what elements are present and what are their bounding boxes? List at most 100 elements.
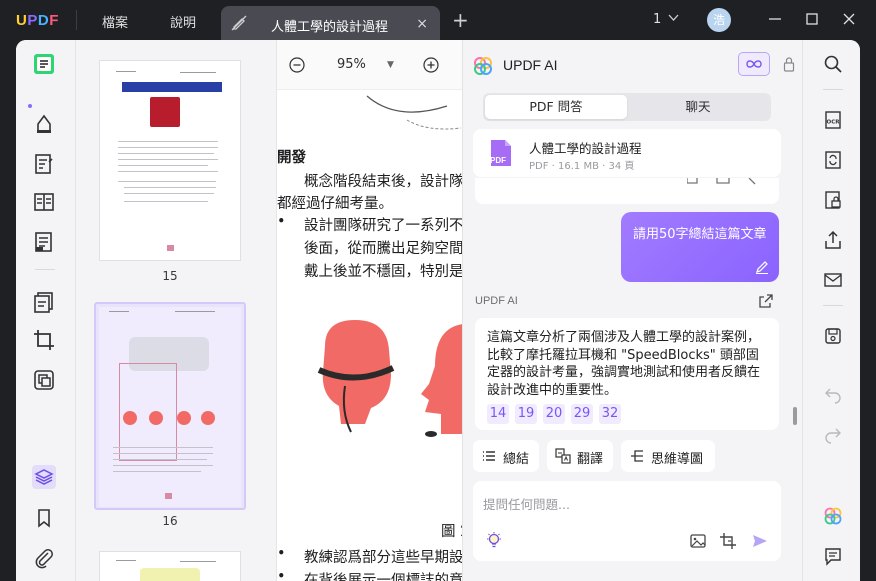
bookmark-icon[interactable] <box>32 506 56 530</box>
organize-pages-icon[interactable] <box>32 290 56 314</box>
tools-icon[interactable] <box>32 368 56 392</box>
maximize-icon[interactable] <box>805 12 819 26</box>
active-indicator <box>28 104 32 108</box>
pdf-badge: PDF <box>490 156 506 165</box>
zoom-in-icon[interactable] <box>423 57 439 73</box>
page-view-icon[interactable] <box>32 190 56 214</box>
edit-off-icon <box>231 15 247 31</box>
crop-icon[interactable] <box>32 328 56 352</box>
window-count[interactable]: 1 <box>653 12 661 27</box>
answer-actions-icons <box>687 178 756 185</box>
zoom-out-icon[interactable] <box>289 57 305 73</box>
figure-caption: 圖 2 <box>441 524 462 540</box>
page-thumbnail-16[interactable] <box>94 302 246 510</box>
page-ref-chip[interactable]: 14 <box>487 404 509 424</box>
zoom-dropdown-icon[interactable]: ▼ <box>387 60 394 70</box>
comment-icon[interactable] <box>32 112 56 136</box>
redo-icon[interactable] <box>823 424 843 444</box>
minimize-icon[interactable] <box>768 12 782 26</box>
protect-icon[interactable] <box>823 190 843 210</box>
tab-close-icon[interactable]: × <box>416 16 428 32</box>
edit-icon[interactable] <box>755 260 769 274</box>
share-upload-icon[interactable] <box>823 230 843 250</box>
page-ref-chip[interactable]: 29 <box>571 404 593 424</box>
title-divider <box>76 10 77 30</box>
bullet: • <box>277 214 286 230</box>
ai-answer-card: 這篇文章分析了兩個涉及人體工學的設計案例，比較了摩托羅拉耳機和 "SpeedBl… <box>475 318 779 430</box>
doc-line: 教練認爲部分這些早期設計 <box>304 550 462 566</box>
doc-line: 戴上後並不穩固，特別是頭 <box>304 264 462 280</box>
doc-line: 概念階段結束後，設計隊團 <box>304 174 462 190</box>
doc-line: 後面，從而騰出足夠空間多 <box>304 241 462 257</box>
close-window-icon[interactable] <box>842 12 856 26</box>
mind-map-icon <box>631 450 643 462</box>
figure-sketch <box>366 95 462 130</box>
ai-title: UPDF AI <box>503 57 558 73</box>
screenshot-crop-icon[interactable] <box>719 532 737 550</box>
layers-icon[interactable] <box>32 465 56 489</box>
file-card: PDF 人體工學的設計過程 PDF · 16.1 MB · 34 頁 <box>473 129 781 177</box>
save-icon[interactable] <box>823 326 843 346</box>
mind-map-button[interactable]: 思維導圖 <box>621 440 715 472</box>
user-message: 請用50字總結這篇文章 <box>633 227 767 242</box>
send-icon[interactable] <box>751 532 769 550</box>
translate-button[interactable]: 翻譯 <box>547 440 613 472</box>
page-ref-chip[interactable]: 32 <box>599 404 621 424</box>
page-ref-chip[interactable]: 20 <box>543 404 565 424</box>
ai-assistant-icon[interactable] <box>823 506 843 526</box>
thumbnail-title-bar <box>122 82 222 92</box>
infinity-icon <box>746 60 762 68</box>
convert-icon[interactable] <box>823 150 843 170</box>
tab-title: 人體工學的設計過程 <box>271 20 389 35</box>
menu-help[interactable]: 說明 <box>170 12 196 31</box>
translate-icon <box>555 448 571 464</box>
reader-icon[interactable] <box>32 52 56 76</box>
image-icon[interactable] <box>689 532 707 550</box>
ai-input-placeholder: 提問任何問題... <box>483 497 570 512</box>
file-meta: PDF · 16.1 MB · 34 頁 <box>529 161 635 172</box>
tab-pdf-qa[interactable]: PDF 問答 <box>485 95 627 119</box>
figure-heads <box>317 320 462 437</box>
updf-ai-logo-icon <box>474 57 492 75</box>
summarize-button[interactable]: 總結 <box>473 440 539 472</box>
title-bar: UPDF 檔案 說明 人體工學的設計過程 × + 1 浩 <box>0 0 876 40</box>
chat-scrollbar[interactable] <box>793 407 797 425</box>
lock-icon[interactable] <box>783 56 795 72</box>
link-button[interactable] <box>738 52 770 76</box>
app-frame: 15 16 95% ▼ 開發 概念階段結束後，設計隊團 都經過仔細考量。 • 設… <box>16 40 860 581</box>
attachment-icon[interactable] <box>32 546 56 570</box>
ocr-icon[interactable]: OCR <box>823 110 843 130</box>
new-tab-button[interactable]: + <box>452 10 469 30</box>
page-number-16: 16 <box>162 514 178 528</box>
menu-file[interactable]: 檔案 <box>102 12 128 31</box>
document-tab[interactable]: 人體工學的設計過程 × <box>221 6 440 40</box>
avatar[interactable]: 浩 <box>707 8 731 32</box>
form-icon[interactable] <box>32 230 56 254</box>
thumbnail-photo <box>150 97 180 127</box>
undo-icon[interactable] <box>823 384 843 404</box>
share-icon[interactable] <box>759 294 773 308</box>
document-view: 95% ▼ 開發 概念階段結束後，設計隊團 都經過仔細考量。 • 設計團隊研究了… <box>276 40 462 581</box>
ai-input-box[interactable]: 提問任何問題... <box>473 481 781 561</box>
page-thumbnail-15[interactable] <box>99 60 241 261</box>
search-icon[interactable] <box>823 54 843 74</box>
tab-chat[interactable]: 聊天 <box>627 95 769 119</box>
toolbar-divider <box>35 269 55 270</box>
list-icon <box>483 451 495 461</box>
email-icon[interactable] <box>823 270 843 290</box>
zoom-level[interactable]: 95% <box>337 57 366 72</box>
page-ref-chip[interactable]: 19 <box>515 404 537 424</box>
ai-mode-tabs: PDF 問答 聊天 <box>483 93 771 121</box>
comments-panel-icon[interactable] <box>823 546 843 566</box>
ai-answer-label: UPDF AI <box>475 295 518 307</box>
app-logo: UPDF <box>16 12 59 29</box>
edit-pdf-icon[interactable] <box>32 152 56 176</box>
previous-answer-footer <box>475 178 779 204</box>
doc-line: 設計團隊研究了一系列不同 <box>304 218 462 234</box>
ai-panel: UPDF AI PDF 問答 聊天 PDF 人體工學的設計過程 PDF · 16… <box>462 40 802 581</box>
svg-text:OCR: OCR <box>827 120 841 126</box>
bullet: • <box>277 546 286 562</box>
chevron-down-icon[interactable] <box>668 12 679 23</box>
lightbulb-icon[interactable] <box>485 531 503 549</box>
page-thumbnail-17[interactable] <box>99 551 241 581</box>
